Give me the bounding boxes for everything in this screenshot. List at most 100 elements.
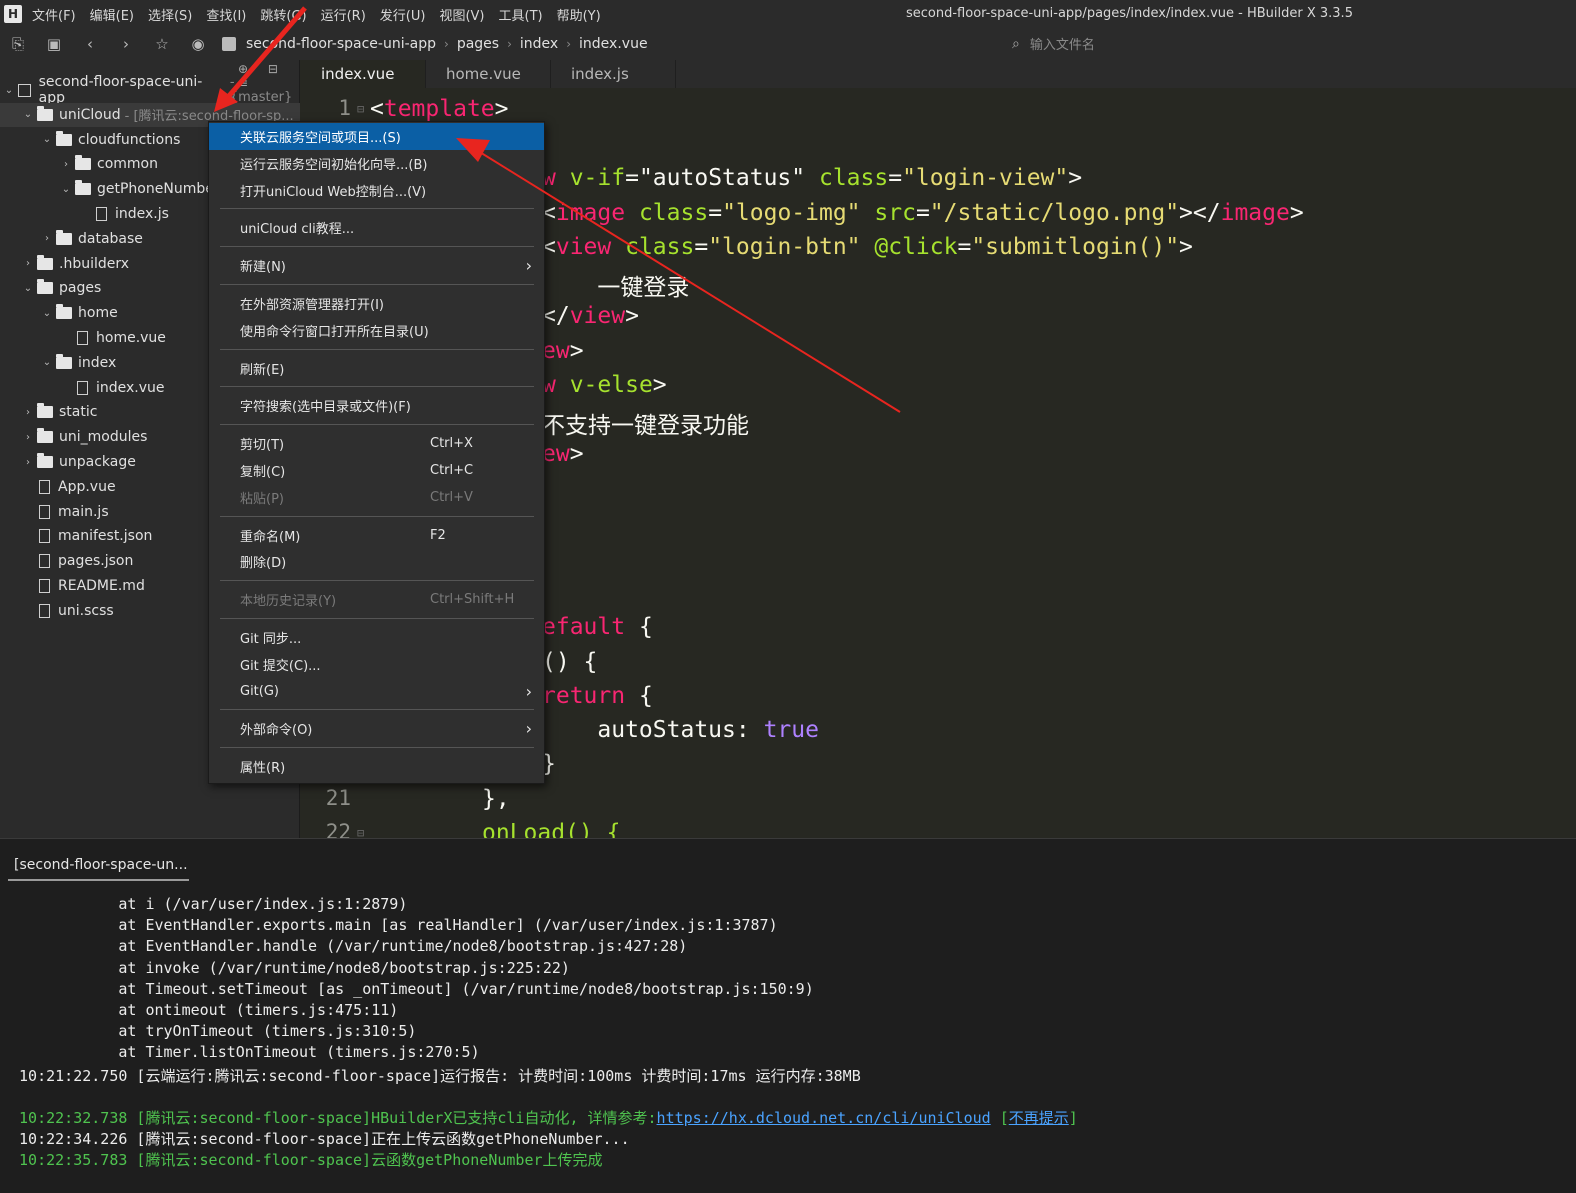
code-token: v-else: [569, 372, 653, 398]
fold-icon[interactable]: ⊟: [357, 826, 364, 838]
folder-icon: [56, 130, 72, 146]
code-token: view: [569, 303, 626, 329]
fold-icon[interactable]: ⊟: [357, 102, 364, 116]
chevron-down-icon[interactable]: ⌄: [2, 85, 16, 96]
folder-icon: [37, 428, 53, 444]
chevron-down-icon[interactable]: ⌄: [59, 184, 73, 195]
folder-icon: [56, 229, 72, 245]
chevron-right-icon[interactable]: ›: [21, 407, 35, 418]
context-menu-item[interactable]: 剪切(T) Ctrl+X: [209, 430, 544, 457]
code-token: },: [482, 786, 510, 812]
menu-item[interactable]: 运行(R): [321, 5, 366, 24]
code-token: ></: [1179, 200, 1221, 226]
tree-item-label: static: [59, 404, 98, 421]
run-icon[interactable]: ◉: [180, 35, 216, 53]
chevron-right-icon[interactable]: ›: [21, 457, 35, 468]
code-token: class: [625, 200, 709, 226]
chevron-right-icon[interactable]: ›: [59, 159, 73, 170]
file-search[interactable]: ⌕ 输入文件名: [1012, 34, 1095, 54]
context-menu-item[interactable]: 删除(D): [209, 548, 544, 575]
tree-item-label: uniCloud: [59, 106, 121, 123]
context-menu-item[interactable]: 外部命令(O) ›: [209, 715, 544, 742]
chevron-down-icon[interactable]: ⌄: [21, 109, 35, 120]
breadcrumb-pages[interactable]: pages: [457, 36, 499, 52]
folder-icon: [37, 453, 53, 468]
submenu-arrow-icon: ›: [525, 681, 532, 701]
chevron-down-icon[interactable]: ⌄: [40, 134, 54, 145]
console-text: 10:22:32.738 [腾讯云:second-floor-space]HBu…: [10, 1109, 657, 1127]
save-icon[interactable]: ▣: [36, 35, 72, 53]
menu-item[interactable]: 发行(U): [380, 5, 426, 24]
forward-icon[interactable]: ›: [108, 35, 144, 53]
context-menu-item[interactable]: 新建(N) ›: [209, 252, 544, 279]
chevron-down-icon[interactable]: ⌄: [40, 357, 54, 368]
line-number: 1: [338, 96, 351, 120]
context-menu-item[interactable]: uniCloud cli教程...: [209, 214, 544, 241]
menu-item[interactable]: 查找(I): [206, 5, 246, 24]
chevron-down-icon[interactable]: ⌄: [40, 308, 54, 319]
menu-item[interactable]: 选择(S): [148, 5, 192, 24]
chevron-right-icon[interactable]: ›: [21, 432, 35, 443]
menu-item[interactable]: 编辑(E): [90, 5, 134, 24]
console-line: 10:22:35.783 [腾讯云:second-floor-space]云函数…: [10, 1149, 603, 1170]
context-menu-item[interactable]: 运行云服务空间初始化向导...(B): [209, 150, 544, 177]
breadcrumb-project[interactable]: second-floor-space-uni-app: [246, 36, 436, 52]
menu-item[interactable]: 工具(T): [499, 5, 543, 24]
code-token: ew: [542, 338, 570, 364]
menu-bar: H 文件(F) 编辑(E) 选择(S) 查找(I) 跳转(G) 运行(R) 发行(U) 视图(…: [0, 0, 1576, 28]
console-text: at EventHandler.handle (/var/runtime/nod…: [10, 937, 688, 956]
menu-item[interactable]: 文件(F): [32, 5, 76, 24]
console-link[interactable]: https://hx.dcloud.net.cn/cli/uniCloud: [657, 1109, 991, 1127]
chevron-right-icon[interactable]: ›: [21, 258, 35, 269]
console-text: [: [990, 1109, 1009, 1127]
menu-separator: [220, 246, 534, 248]
line-number: 21: [325, 786, 351, 810]
tree-item[interactable]: ⌄ second-floor-space-uni-app - {master}: [0, 74, 300, 106]
context-menu-item[interactable]: 复制(C) Ctrl+C: [209, 457, 544, 484]
search-input[interactable]: 输入文件名: [1030, 34, 1095, 53]
menu-item[interactable]: 跳转(G): [260, 5, 306, 24]
context-menu-item[interactable]: 刷新(E): [209, 355, 544, 382]
console-line: at Timer.listOnTimeout (timers.js:270:5): [10, 1043, 479, 1061]
code-token: 不支持一键登录功能: [542, 413, 749, 439]
chevron-right-icon[interactable]: ›: [40, 233, 54, 244]
file-icon: [39, 554, 50, 569]
star-icon[interactable]: ☆: [144, 35, 180, 53]
code-token: =: [694, 234, 709, 260]
context-menu-item[interactable]: Git(G) ›: [209, 678, 544, 705]
context-menu-item[interactable]: 关联云服务空间或项目...(S): [209, 123, 544, 150]
context-menu-item: 粘贴(P) Ctrl+V: [209, 484, 544, 511]
context-menu-label: 重命名(M): [240, 529, 301, 545]
search-file-icon: ⌕: [1012, 35, 1020, 52]
context-menu-item[interactable]: 重命名(M) F2: [209, 522, 544, 549]
console-tab[interactable]: [second-floor-space-un...: [8, 857, 189, 881]
context-menu-item[interactable]: 打开uniCloud Web控制台...(V): [209, 177, 544, 204]
breadcrumb-file[interactable]: index.vue: [579, 36, 648, 52]
code-line: w v-if="autoStatus" class="login-view">: [542, 165, 1082, 191]
chevron-down-icon[interactable]: ⌄: [21, 283, 35, 294]
context-menu-item[interactable]: Git 提交(C)...: [209, 651, 544, 678]
console-line: 10:22:32.738 [腾讯云:second-floor-space]HBu…: [10, 1107, 1078, 1128]
context-menu-item[interactable]: Git 同步...: [209, 624, 544, 651]
code-token: </: [542, 303, 570, 329]
code-token: src: [860, 200, 916, 226]
menu-item[interactable]: 视图(V): [439, 5, 484, 24]
new-file-icon[interactable]: ⎘: [0, 35, 36, 53]
menu-item[interactable]: 帮助(Y): [557, 5, 601, 24]
console-text: at i (/var/user/index.js:1:2879): [10, 895, 408, 913]
tab-home-vue[interactable]: home.vue: [426, 60, 551, 88]
context-menu-item[interactable]: 使用命令行窗口打开所在目录(U): [209, 317, 544, 344]
tab-index-vue[interactable]: index.vue: [301, 60, 426, 88]
tab-index-js[interactable]: index.js: [551, 60, 676, 88]
context-menu-item[interactable]: 属性(R): [209, 753, 544, 780]
file-icon: [39, 579, 50, 593]
context-menu-shortcut: Ctrl+Shift+H: [430, 592, 515, 608]
context-menu-label: uniCloud cli教程...: [240, 222, 355, 238]
code-token: @click: [860, 234, 958, 260]
breadcrumb-index[interactable]: index: [520, 36, 558, 52]
back-icon[interactable]: ‹: [72, 35, 108, 53]
folder-icon: [75, 180, 91, 196]
console-link[interactable]: 不再提示: [1009, 1109, 1069, 1127]
context-menu-item[interactable]: 在外部资源管理器打开(I): [209, 290, 544, 317]
context-menu-item[interactable]: 字符搜索(选中目录或文件)(F): [209, 392, 544, 419]
